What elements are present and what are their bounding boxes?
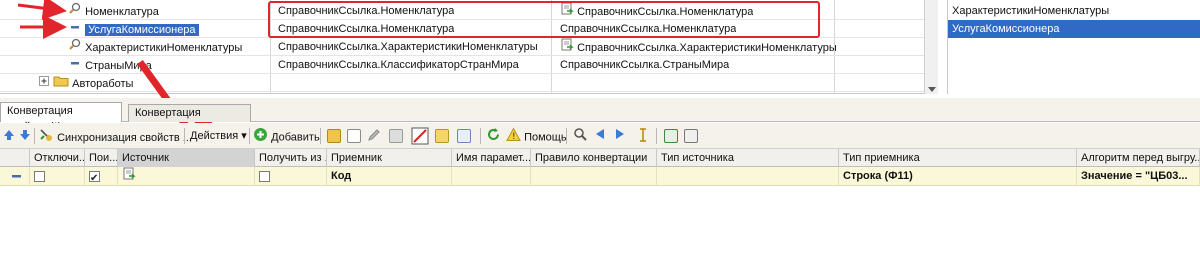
dash-icon [12, 175, 21, 178]
source-cell[interactable] [118, 167, 255, 186]
receiver-cell[interactable]: Код [327, 167, 452, 186]
header-source-type[interactable]: Тип источника [657, 149, 839, 167]
toolbar-separator [320, 128, 321, 144]
add-circle-icon [253, 127, 268, 148]
sync-properties-label: Синхронизация свойств ... [57, 131, 192, 144]
delete-icon[interactable] [389, 127, 403, 145]
tab-value-conversion[interactable]: Конвертация значений [128, 104, 251, 135]
header-receiver[interactable]: Приемник [327, 149, 452, 167]
document-green-arrow-icon [560, 38, 574, 56]
add-group-icon[interactable] [327, 127, 341, 145]
toolbar-separator [656, 128, 657, 144]
toolbar: Синхронизация свойств ... Действия ▾ Доб… [0, 123, 1200, 149]
windows-icon[interactable] [684, 127, 698, 145]
header-search[interactable]: Пои... [85, 149, 118, 167]
right-list-item-selected[interactable]: УслугаКомиссионера [948, 20, 1200, 38]
dest-type-cell: СправочникСсылка.СтраныМира [560, 59, 730, 71]
right-list-panel: ХарактеристикиНоменклатуры УслугаКомисси… [947, 0, 1200, 94]
get-from-cell [255, 167, 327, 186]
svg-text:!: ! [512, 132, 516, 142]
show-hierarchy-icon[interactable] [435, 127, 449, 145]
search-checkbox[interactable] [89, 169, 100, 186]
window: Номенклатура СправочникСсылка.Номенклату… [0, 0, 1200, 256]
conversion-rule-cell[interactable] [531, 167, 657, 186]
source-type-cell[interactable] [657, 167, 839, 186]
list-view-icon[interactable] [457, 127, 471, 145]
get-from-checkbox[interactable] [259, 170, 270, 182]
tab-property-conversion[interactable]: Конвертация свойств (*) [0, 102, 122, 133]
copy-icon[interactable] [347, 127, 361, 145]
sync-icon [38, 127, 54, 149]
header-dest-type[interactable]: Тип приемника [839, 149, 1077, 167]
add-label: Добавить [271, 131, 320, 144]
right-list-item[interactable]: ХарактеристикиНоменклатуры [948, 2, 1200, 20]
header-conversion-rule[interactable]: Правило конвертации [531, 149, 657, 167]
checklist-icon[interactable] [664, 127, 678, 145]
header-algorithm-before-export[interactable]: Алгоритм перед выгру... [1077, 149, 1200, 167]
header-source[interactable]: Источник [118, 149, 255, 167]
header-get-from[interactable]: Получить из ... [255, 149, 327, 167]
toolbar-separator [184, 128, 185, 144]
param-name-cell[interactable] [452, 167, 531, 186]
annotation-highlight-box [268, 1, 820, 38]
toolbar-separator [34, 128, 35, 144]
actions-menu-button[interactable]: Действия ▾ [190, 127, 247, 145]
row-marker [0, 167, 30, 186]
sync-properties-button[interactable]: Синхронизация свойств ... [38, 127, 192, 145]
annotation-arrow-1 [17, 0, 67, 21]
vertical-scrollbar[interactable] [924, 0, 938, 94]
move-down-icon[interactable] [18, 127, 32, 145]
refresh-icon[interactable] [486, 127, 501, 145]
move-up-icon[interactable] [2, 127, 16, 145]
find-previous-icon[interactable] [594, 127, 606, 145]
document-green-arrow-icon [122, 167, 136, 186]
dest-type-cell: СправочникСсылка.ХарактеристикиНоменклат… [556, 38, 837, 56]
find-next-icon[interactable] [614, 127, 626, 145]
dropdown-arrow-icon: ▾ [241, 130, 247, 142]
dest-type-cell[interactable]: Строка (Ф11) [839, 167, 1077, 186]
header-disabled[interactable]: Отключи... [30, 149, 85, 167]
source-type-cell: СправочникСсылка.КлассификаторСтранМира [278, 59, 519, 71]
add-button[interactable]: Добавить [253, 127, 320, 145]
header-param-name[interactable]: Имя парамет... [452, 149, 531, 167]
scroll-down-arrow-icon[interactable] [928, 87, 936, 92]
table-row[interactable]: Код Строка (Ф11) Значение = "ЦБ03... [0, 167, 1200, 186]
source-type-cell: СправочникСсылка.ХарактеристикиНоменклат… [278, 41, 538, 53]
search-icon[interactable] [573, 127, 587, 145]
disabled-checkbox[interactable] [34, 170, 45, 182]
toolbar-separator [480, 128, 481, 144]
help-button[interactable]: ! Помощь [506, 127, 567, 145]
disabled-cell [30, 167, 85, 186]
search-cell [85, 167, 118, 186]
dest-type-text: СправочникСсылка.ХарактеристикиНоменклат… [577, 41, 837, 54]
cursor-icon[interactable] [638, 127, 648, 145]
toolbar-separator [566, 128, 567, 144]
mark-deletion-icon[interactable] [411, 127, 429, 145]
actions-label: Действия [190, 130, 239, 142]
header-marker [0, 149, 30, 167]
help-warning-icon: ! [506, 127, 521, 148]
edit-pencil-icon[interactable] [367, 127, 381, 145]
algorithm-cell[interactable]: Значение = "ЦБ03... [1077, 167, 1200, 186]
toolbar-separator [249, 128, 250, 144]
table-header: Отключи... Пои... Источник Получить из .… [0, 149, 1200, 167]
help-label: Помощь [524, 131, 567, 144]
tab-bar: Конвертация свойств (*) Конвертация знач… [0, 98, 1200, 135]
